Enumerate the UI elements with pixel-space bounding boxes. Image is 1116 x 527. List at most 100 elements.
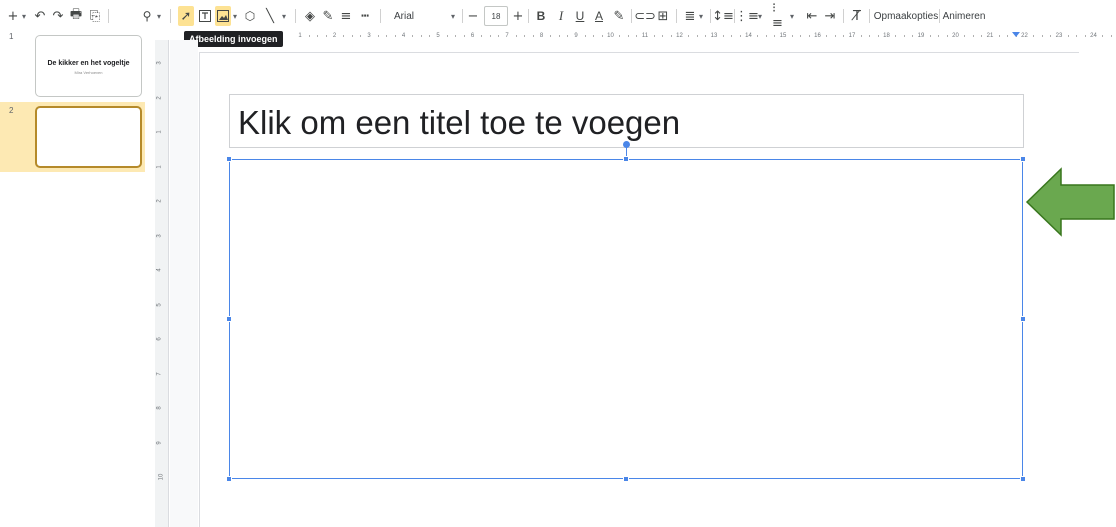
bulleted-list-icon[interactable]: ⁝≡ xyxy=(772,1,786,31)
ruler-minor-tick xyxy=(705,35,707,37)
slide-filmstrip: 1 De kikker en het vogeltje Mira Verhoev… xyxy=(0,32,145,527)
ruler-minor-tick xyxy=(895,35,897,37)
ruler-tick-label: 13 xyxy=(710,33,718,39)
ruler-minor-tick xyxy=(869,35,871,37)
ruler-minor-tick xyxy=(567,35,569,37)
ruler-minor-tick xyxy=(619,35,621,37)
ruler-minor-tick xyxy=(739,35,741,37)
resize-handle-top-right[interactable] xyxy=(1020,156,1026,162)
ruler-tick-label: 10 xyxy=(158,473,165,481)
ruler-minor-tick xyxy=(1067,35,1069,37)
ruler-tick-label: 14 xyxy=(745,33,752,39)
toolbar-divider xyxy=(710,9,711,23)
animate-button[interactable]: Animeren xyxy=(943,6,986,26)
line-icon[interactable]: ╲ xyxy=(262,6,278,26)
numbered-list-icon[interactable]: ⋮≡ xyxy=(735,6,759,26)
toolbar-divider xyxy=(939,9,940,23)
ruler-minor-tick xyxy=(757,35,759,37)
border-weight-icon[interactable]: ≡ xyxy=(338,6,354,26)
resize-handle-left[interactable] xyxy=(226,316,232,322)
ruler-minor-tick xyxy=(446,35,448,37)
italic-icon[interactable]: I xyxy=(554,6,568,26)
increase-indent-icon[interactable]: ⇥ xyxy=(823,6,837,26)
ruler-minor-tick xyxy=(981,35,983,37)
link-icon[interactable]: ⊂⊃ xyxy=(634,6,656,26)
decrease-font-size-icon[interactable]: − xyxy=(466,6,480,26)
ruler-minor-tick xyxy=(964,35,966,37)
slide-thumbnail-2[interactable]: 2 xyxy=(0,102,145,172)
zoom-dropdown-icon[interactable]: ▾ xyxy=(154,6,164,26)
ruler-tick-label: 22 xyxy=(1021,33,1028,39)
text-color-icon[interactable]: A xyxy=(592,6,606,26)
increase-font-size-icon[interactable]: + xyxy=(511,6,525,26)
ruler-minor-tick xyxy=(429,35,431,37)
image-dropdown-icon[interactable]: ▾ xyxy=(231,6,239,26)
ruler-tick-label: 23 xyxy=(1055,33,1063,39)
resize-handle-bottom-left[interactable] xyxy=(226,476,232,482)
ruler-tick-label: 5 xyxy=(436,33,440,39)
ruler-minor-tick xyxy=(524,35,526,37)
border-color-icon[interactable]: ✎ xyxy=(320,6,336,26)
slide-thumbnail-1[interactable]: 1 De kikker en het vogeltje Mira Verhoev… xyxy=(0,32,145,102)
title-placeholder[interactable]: Klik om een titel toe te voegen xyxy=(229,94,1024,148)
ruler-minor-tick xyxy=(877,35,879,37)
ruler-minor-tick xyxy=(463,35,465,37)
print-icon[interactable]: 🖶 xyxy=(68,6,84,26)
resize-handle-top-left[interactable] xyxy=(226,156,232,162)
undo-icon[interactable]: ↶ xyxy=(32,6,48,26)
clear-formatting-icon[interactable]: T̸ xyxy=(850,6,864,26)
line-dropdown-icon[interactable]: ▾ xyxy=(280,6,288,26)
ruler-minor-tick xyxy=(670,35,672,37)
highlight-icon[interactable]: ✎ xyxy=(612,6,626,26)
resize-handle-right[interactable] xyxy=(1020,316,1026,322)
font-dropdown-icon[interactable]: ▾ xyxy=(448,6,458,26)
tooltip: Afbeelding invoegen xyxy=(184,31,283,47)
numbered-list-dropdown-icon[interactable]: ▾ xyxy=(756,6,764,26)
ruler-minor-tick xyxy=(593,35,595,37)
decrease-indent-icon[interactable]: ⇤ xyxy=(805,6,819,26)
ruler-tick-label: 7 xyxy=(156,371,163,376)
ruler-minor-tick xyxy=(843,35,845,37)
horizontal-ruler[interactable]: 1 2 3 4 5 6 7 8 9 10 11 12 13 14 15 16 17 18 19 20 21 22 23 24 xyxy=(198,31,1112,40)
slide-preview[interactable] xyxy=(35,106,142,168)
border-dash-icon[interactable]: ┅ xyxy=(357,6,373,26)
toolbar-divider xyxy=(869,9,870,23)
ruler-tick-label: 4 xyxy=(156,268,163,272)
insert-image-icon[interactable] xyxy=(215,6,231,26)
shape-icon[interactable]: ⬡ xyxy=(242,6,258,26)
rotation-handle[interactable] xyxy=(623,141,630,148)
comment-icon[interactable]: ⊞ xyxy=(655,6,671,26)
font-family-select[interactable]: Arial xyxy=(394,6,434,26)
ruler-tick-label: 8 xyxy=(539,33,544,39)
ruler-tick-label: 24 xyxy=(1090,33,1097,39)
paint-format-icon[interactable]: ⎘ xyxy=(87,6,103,26)
zoom-icon[interactable]: ⚲ xyxy=(140,6,154,26)
format-options-button[interactable]: Opmaakopties xyxy=(874,6,938,26)
ruler-minor-tick xyxy=(325,35,327,37)
ruler-minor-tick xyxy=(412,35,414,37)
new-slide-dropdown-icon[interactable]: ▾ xyxy=(19,6,29,26)
line-spacing-icon[interactable]: ↕≡ xyxy=(712,6,734,26)
font-size-input[interactable]: 18 xyxy=(484,6,508,26)
resize-handle-bottom[interactable] xyxy=(623,476,629,482)
slide-preview[interactable]: De kikker en het vogeltje Mira Verhoeven xyxy=(35,35,142,97)
ruler-minor-tick xyxy=(532,35,534,37)
indent-marker-icon[interactable] xyxy=(1012,32,1020,37)
ruler-minor-tick xyxy=(765,35,767,37)
resize-handle-top[interactable] xyxy=(623,156,629,162)
bold-icon[interactable]: B xyxy=(534,6,548,26)
underline-icon[interactable]: U xyxy=(573,6,587,26)
redo-icon[interactable]: ↷ xyxy=(50,6,66,26)
resize-handle-bottom-right[interactable] xyxy=(1020,476,1026,482)
new-slide-icon[interactable]: + xyxy=(6,6,20,26)
vertical-ruler[interactable]: 3 2 1 1 2 3 4 5 6 7 8 9 10 xyxy=(155,40,169,527)
text-box-icon[interactable] xyxy=(197,6,213,26)
toolbar-divider xyxy=(462,9,463,23)
body-placeholder[interactable] xyxy=(229,159,1023,479)
fill-color-icon[interactable]: ◈ xyxy=(302,6,318,26)
bulleted-list-dropdown-icon[interactable]: ▾ xyxy=(788,6,796,26)
align-icon[interactable]: ≣ xyxy=(683,6,697,26)
select-cursor-icon[interactable]: ➚ xyxy=(178,6,194,26)
ruler-tick-label: 6 xyxy=(470,33,475,39)
align-dropdown-icon[interactable]: ▾ xyxy=(697,6,705,26)
